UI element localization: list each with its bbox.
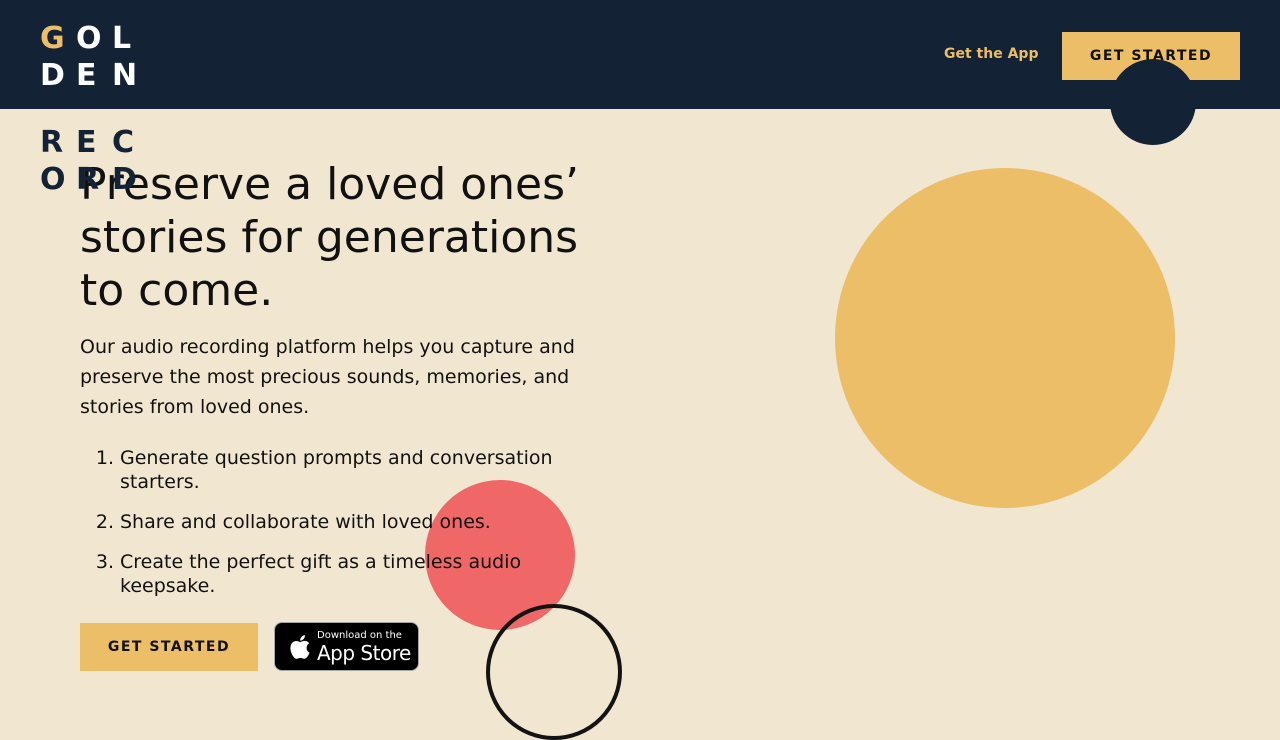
decorative-navy-circle (1110, 59, 1196, 145)
step-text: Share and collaborate with loved ones. (120, 511, 491, 533)
get-the-app-link[interactable]: Get the App (944, 46, 1038, 62)
logo-letter: N (112, 58, 138, 93)
golden-record-logo[interactable]: G O L D E N R E C O R D (40, 20, 150, 198)
hero-get-started-button[interactable]: GET STARTED (80, 623, 258, 671)
logo-letter: R (76, 162, 100, 197)
apple-icon (275, 633, 317, 661)
list-item: 2. Share and collaborate with loved ones… (80, 510, 600, 534)
logo-letter: D (40, 58, 65, 93)
app-store-badge[interactable]: Download on the App Store (274, 622, 419, 671)
logo-letter: D (112, 162, 137, 197)
step-text: Generate question prompts and conversati… (120, 447, 553, 493)
list-item: 3. Create the perfect gift as a timeless… (80, 550, 600, 598)
logo-row-2: D E N (40, 57, 150, 94)
step-number: 3. (95, 551, 114, 573)
logo-row-4: O R D (40, 161, 150, 198)
logo-letter: O (40, 162, 66, 197)
hero-description: Our audio recording platform helps you c… (80, 336, 575, 418)
logo-letter: L (112, 21, 132, 56)
decorative-gold-circle (835, 168, 1175, 508)
steps-list: 1. Generate question prompts and convers… (80, 446, 600, 614)
logo-letter: O (76, 21, 102, 56)
logo-letter: E (76, 58, 97, 93)
step-number: 2. (95, 511, 114, 533)
app-store-big-label: App Store (317, 640, 411, 665)
logo-letter: C (112, 125, 135, 160)
logo-letter: R (40, 125, 64, 160)
logo-row-3: R E C (40, 124, 150, 161)
logo-letter: E (76, 125, 97, 160)
app-store-small-label: Download on the (317, 629, 402, 641)
logo-row-1: G O L (40, 20, 150, 57)
hero-title: Preserve a loved ones’ stories for gener… (80, 159, 580, 316)
step-text: Create the perfect gift as a timeless au… (120, 551, 522, 597)
step-number: 1. (95, 447, 114, 469)
list-item: 1. Generate question prompts and convers… (80, 446, 600, 494)
logo-letter: G (40, 21, 65, 56)
app-store-text: Download on the App Store (317, 629, 411, 665)
